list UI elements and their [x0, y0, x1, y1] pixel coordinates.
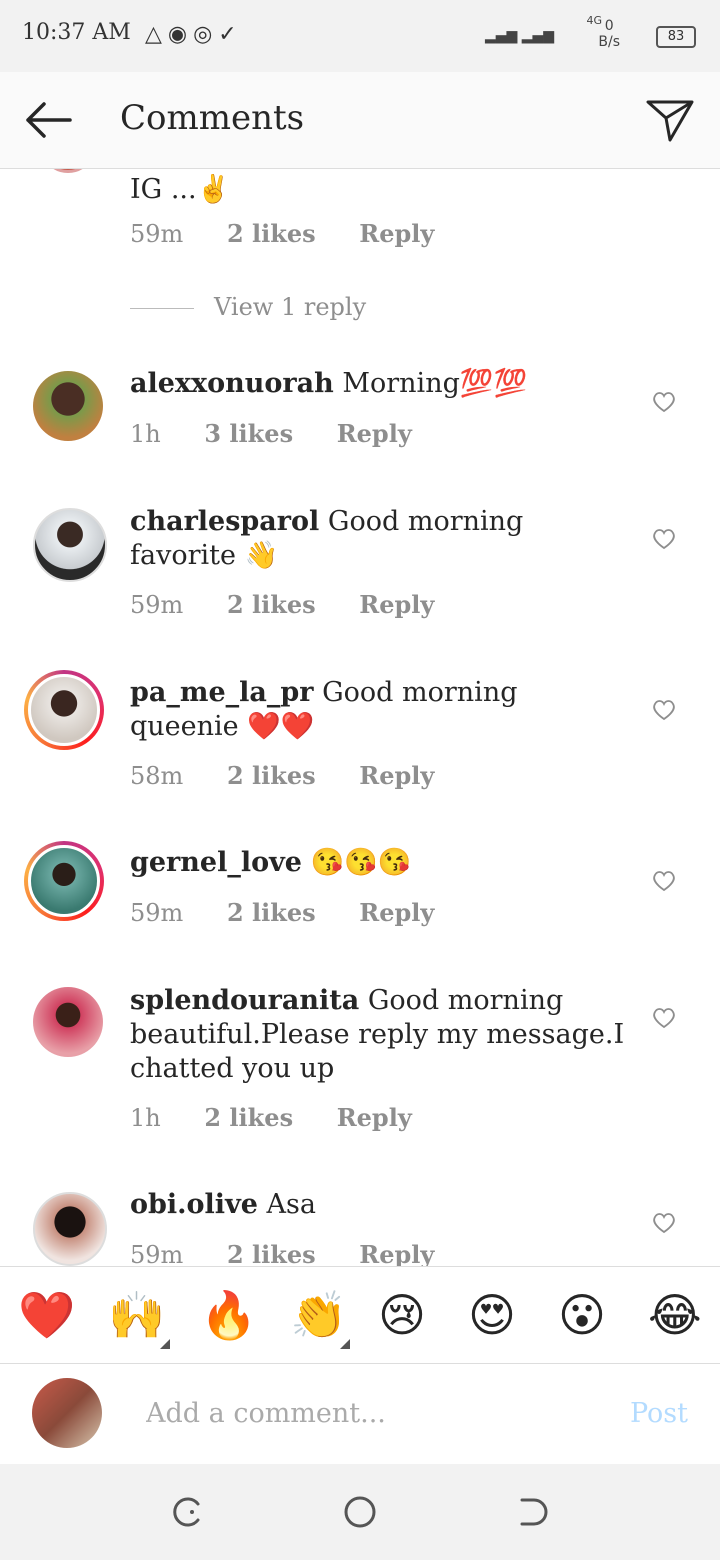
like-heart-icon[interactable] — [652, 870, 676, 892]
reply-button[interactable]: Reply — [359, 898, 434, 927]
reaction-heart-emoji[interactable]: ❤️ — [18, 1289, 75, 1341]
reaction-clap-emoji[interactable]: 👏 — [290, 1289, 347, 1341]
system-nav-bar — [0, 1464, 720, 1560]
reaction-surprised-emoji[interactable]: 😮 — [558, 1289, 606, 1341]
comment-username[interactable]: charlesparol — [130, 506, 319, 537]
comment-input[interactable] — [144, 1390, 588, 1436]
status-time: 10:37 AM — [22, 20, 131, 45]
reply-button[interactable]: Reply — [359, 590, 434, 619]
avatar[interactable] — [33, 1192, 107, 1266]
comment-compose-bar: Post — [0, 1364, 720, 1464]
comment-text: splendouranita Good morning beautiful.Pl… — [130, 984, 630, 1086]
comment-body: Asa — [266, 1189, 316, 1220]
reaction-crying-emoji[interactable]: 😢 — [378, 1289, 426, 1341]
app-header: Comments — [0, 72, 720, 169]
like-heart-icon[interactable] — [652, 1007, 676, 1029]
comments-feed[interactable]: IG ...✌️ 59m 2 likes Reply View 1 reply … — [0, 169, 720, 1266]
avatar — [28, 845, 100, 917]
comment-time: 59m — [130, 899, 184, 927]
comment-meta: 59m 2 likes Reply — [130, 1240, 470, 1266]
reply-button[interactable]: Reply — [337, 419, 412, 448]
avatar — [28, 674, 100, 746]
likes-link[interactable]: 2 likes — [227, 761, 316, 790]
reaction-fire-emoji[interactable]: 🔥 — [200, 1289, 257, 1341]
post-button[interactable]: Post — [630, 1398, 688, 1429]
comment-time: 58m — [130, 762, 184, 790]
reaction-raised-hands-emoji[interactable]: 🙌 — [108, 1289, 165, 1341]
comment-time: 59m — [130, 591, 184, 619]
reply-button[interactable]: Reply — [359, 761, 434, 790]
comment-username[interactable]: gernel_love — [130, 847, 302, 878]
home-icon[interactable] — [342, 1494, 378, 1530]
comment-meta: 59m 2 likes Reply — [130, 590, 470, 619]
likes-link[interactable]: 2 likes — [227, 590, 316, 619]
reply-button[interactable]: Reply — [359, 1240, 434, 1266]
speed-value: 0 — [604, 18, 614, 34]
likes-link[interactable]: 2 likes — [227, 219, 316, 248]
comment-time: 1h — [130, 420, 161, 448]
comment-username[interactable]: splendouranita — [130, 985, 359, 1016]
avatar[interactable] — [33, 508, 107, 582]
avatar[interactable] — [33, 987, 103, 1057]
comment-text: IG ...✌️ — [130, 174, 231, 205]
reaction-laughing-emoji[interactable]: 😂 — [648, 1289, 702, 1341]
comment-username[interactable]: obi.olive — [130, 1189, 258, 1220]
like-heart-icon[interactable] — [652, 699, 676, 721]
comment-username[interactable]: alexxonuorah — [130, 368, 334, 399]
avatar-story-ring[interactable] — [24, 670, 104, 750]
current-user-avatar — [32, 1378, 102, 1448]
like-heart-icon[interactable] — [652, 391, 676, 413]
comment-meta: 1h 2 likes Reply — [130, 1103, 448, 1132]
quick-reactions-bar: ❤️ 🙌 🔥 👏 😢 😍 😮 😂 — [0, 1266, 720, 1364]
reply-button[interactable]: Reply — [359, 219, 434, 248]
likes-link[interactable]: 2 likes — [204, 1103, 293, 1132]
comment-time: 1h — [130, 1104, 161, 1132]
view-replies-button[interactable]: View 1 reply — [130, 293, 366, 321]
avatar[interactable] — [33, 371, 103, 441]
comment-text: gernel_love 😘😘😘 — [130, 846, 630, 880]
back-arrow-icon[interactable] — [20, 92, 76, 148]
like-heart-icon[interactable] — [652, 528, 676, 550]
network-speed: 0 B/s — [598, 18, 620, 50]
recent-apps-icon[interactable] — [168, 1494, 204, 1530]
comment-body: Morning💯💯 — [342, 368, 528, 399]
avatar-story-ring[interactable] — [24, 841, 104, 921]
likes-link[interactable]: 3 likes — [204, 419, 293, 448]
comment-meta: 59m 2 likes Reply — [130, 219, 470, 248]
comment-meta: 58m 2 likes Reply — [130, 761, 470, 790]
comment-text: pa_me_la_pr Good morning queenie ❤️❤️ — [130, 676, 630, 744]
comment-meta: 1h 3 likes Reply — [130, 419, 448, 448]
signal-icon: ▂▄▆ ▂▄▆ — [484, 28, 554, 44]
view-replies-label: View 1 reply — [214, 293, 367, 321]
like-heart-icon[interactable] — [652, 1212, 676, 1234]
comment-text: obi.olive Asa — [130, 1188, 630, 1222]
reaction-heart-eyes-emoji[interactable]: 😍 — [468, 1289, 516, 1341]
battery-indicator: 83 — [656, 26, 696, 48]
likes-link[interactable]: 2 likes — [227, 898, 316, 927]
comment-meta: 59m 2 likes Reply — [130, 898, 470, 927]
comment-time: 59m — [130, 220, 184, 248]
comment-username[interactable]: pa_me_la_pr — [130, 677, 313, 708]
skin-tone-indicator-icon — [340, 1339, 350, 1349]
avatar[interactable] — [40, 169, 96, 173]
divider — [130, 308, 194, 309]
likes-link[interactable]: 2 likes — [227, 1240, 316, 1266]
comment-text: alexxonuorah Morning💯💯 — [130, 367, 630, 401]
comment-text: charlesparol Good morning favorite 👋 — [130, 505, 630, 573]
back-nav-icon[interactable] — [514, 1494, 550, 1530]
comment-body: 😘😘😘 — [310, 847, 412, 878]
comment-time: 59m — [130, 1241, 184, 1266]
send-icon[interactable] — [644, 94, 696, 146]
status-bar: 10:37 AM △◉◎✓ ▂▄▆ ▂▄▆ 4G 0 B/s 83 — [0, 0, 720, 72]
speed-unit: B/s — [598, 34, 620, 50]
page-title: Comments — [120, 98, 305, 138]
reply-button[interactable]: Reply — [337, 1103, 412, 1132]
skin-tone-indicator-icon — [160, 1339, 170, 1349]
notification-icons: △◉◎✓ — [145, 22, 243, 47]
